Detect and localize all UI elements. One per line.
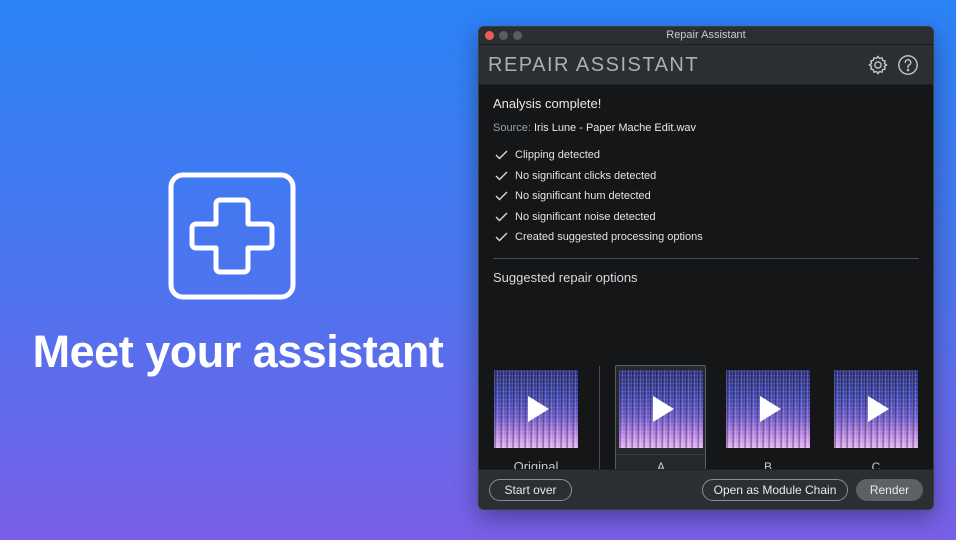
app-title: REPAIR ASSISTANT [488,54,700,76]
spectrogram-thumbnail[interactable] [834,370,918,448]
list-item: Clipping detected [495,145,703,166]
suggested-options-title: Suggested repair options [493,270,638,285]
open-module-chain-button[interactable]: Open as Module Chain [702,479,848,501]
hero-title: Meet your assistant [32,326,444,377]
spectrogram-thumbnail[interactable] [494,370,578,448]
play-icon[interactable] [760,396,781,422]
section-divider [493,258,919,259]
checkmark-icon [495,212,508,222]
plus-cross-icon [168,172,296,300]
window-titlebar: Repair Assistant [479,27,933,45]
window-title: Repair Assistant [666,29,746,41]
checkmark-icon [495,171,508,181]
check-text: No significant clicks detected [515,169,657,182]
gear-icon[interactable] [867,54,889,76]
repair-assistant-window: Repair Assistant REPAIR ASSISTANT Analys… [478,26,934,510]
start-over-button[interactable]: Start over [489,479,572,501]
analysis-check-list: Clipping detected No significant clicks … [495,145,703,248]
check-text: No significant hum detected [515,190,651,203]
app-header: REPAIR ASSISTANT [479,45,933,85]
check-text: No significant noise detected [515,210,656,223]
footer-bar: Start over Open as Module Chain Render [479,469,933,509]
play-icon[interactable] [528,396,549,422]
source-label: Source: [493,122,531,134]
help-icon[interactable] [897,54,919,76]
checkmark-icon [495,150,508,160]
list-item: No significant clicks detected [495,166,703,187]
checkmark-icon [495,191,508,201]
spectrogram-thumbnail[interactable] [726,370,810,448]
checkmark-icon [495,232,508,242]
list-item: No significant hum detected [495,186,703,207]
render-button[interactable]: Render [856,479,923,501]
play-icon[interactable] [653,396,674,422]
analysis-heading: Analysis complete! [493,96,602,111]
play-icon[interactable] [868,396,889,422]
list-item: Created suggested processing options [495,227,703,248]
check-text: Created suggested processing options [515,231,703,244]
source-line: Source: Iris Lune - Paper Mache Edit.wav [493,122,696,134]
spectrogram-thumbnail[interactable] [619,370,703,448]
source-filename: Iris Lune - Paper Mache Edit.wav [533,122,697,134]
list-item: No significant noise detected [495,207,703,228]
check-text: Clipping detected [515,149,601,162]
